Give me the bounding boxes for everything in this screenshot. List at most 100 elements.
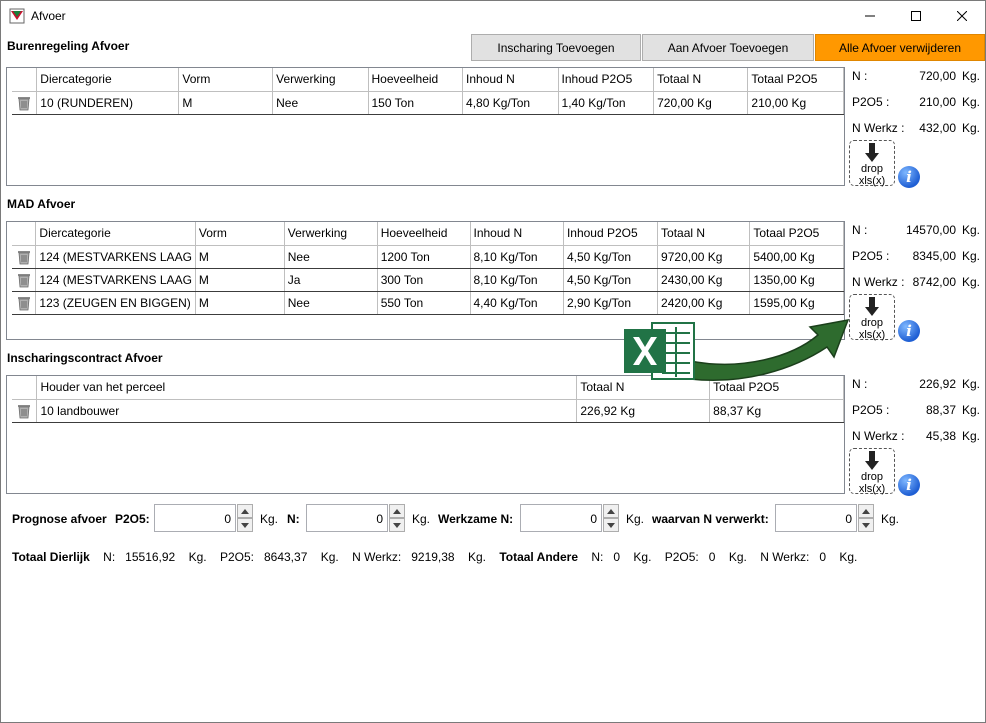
prognose-p2o5-stepper[interactable] xyxy=(237,504,253,532)
column-header[interactable]: Totaal N xyxy=(657,222,751,246)
delete-row-button[interactable] xyxy=(12,245,37,269)
chevron-down-icon xyxy=(862,522,870,528)
prognose-p2o5-input[interactable]: 0 xyxy=(154,504,236,532)
cell[interactable]: 10 landbouwer xyxy=(36,399,578,423)
prognose-verwerkt-stepper[interactable] xyxy=(858,504,874,532)
column-header[interactable]: Inhoud P2O5 xyxy=(563,222,659,246)
stepper-up-button[interactable] xyxy=(603,504,619,518)
input-value: 0 xyxy=(376,512,383,526)
chevron-up-icon xyxy=(393,508,401,514)
stepper-down-button[interactable] xyxy=(603,518,619,532)
cell[interactable]: 720,00 Kg xyxy=(653,91,749,115)
cell[interactable]: 226,92 Kg xyxy=(576,399,711,423)
cell[interactable]: M xyxy=(195,291,285,315)
cell[interactable]: 1595,00 Kg xyxy=(749,291,844,315)
cell[interactable]: 88,37 Kg xyxy=(709,399,844,423)
column-header[interactable]: Inhoud N xyxy=(470,222,564,246)
stepper-up-button[interactable] xyxy=(237,504,253,518)
stepper-down-button[interactable] xyxy=(237,518,253,532)
prognose-verwerkt-input[interactable]: 0 xyxy=(775,504,857,532)
cell[interactable]: 2,90 Kg/Ton xyxy=(563,291,659,315)
inscharing-toevoegen-button[interactable]: Inscharing Toevoegen xyxy=(471,34,641,61)
arrow-icon xyxy=(689,319,850,382)
cell[interactable]: Ja xyxy=(284,268,378,292)
stepper-up-button[interactable] xyxy=(858,504,874,518)
cell[interactable]: M xyxy=(195,268,285,292)
summary-unit: Kg. xyxy=(961,95,980,109)
prognose-werkzame-input[interactable]: 0 xyxy=(520,504,602,532)
cell[interactable]: 550 Ton xyxy=(377,291,471,315)
delete-row-button[interactable] xyxy=(12,291,37,315)
cell[interactable]: 124 (MESTVARKENS LAAG xyxy=(35,245,196,269)
column-header[interactable]: Totaal P2O5 xyxy=(747,68,844,92)
maximize-button[interactable] xyxy=(893,1,939,31)
totaal-unit: Kg. xyxy=(320,550,339,564)
close-button[interactable] xyxy=(939,1,985,31)
cell[interactable]: 8,10 Kg/Ton xyxy=(470,245,564,269)
info-icon[interactable]: i xyxy=(898,474,920,496)
delete-row-button[interactable] xyxy=(12,399,38,423)
alle-afvoer-verwijderen-button[interactable]: Alle Afvoer verwijderen xyxy=(815,34,985,61)
summary-value: 45,38 xyxy=(925,429,956,443)
table-row[interactable]: 10 (RUNDEREN) M Nee 150 Ton 4,80 Kg/Ton … xyxy=(12,91,844,115)
delete-row-button[interactable] xyxy=(12,91,38,115)
column-header[interactable]: Vorm xyxy=(178,68,274,92)
cell[interactable]: 210,00 Kg xyxy=(747,91,844,115)
column-header[interactable]: Verwerking xyxy=(272,68,369,92)
cell[interactable]: 123 (ZEUGEN EN BIGGEN) xyxy=(35,291,196,315)
table-row[interactable]: 123 (ZEUGEN EN BIGGEN) M Nee 550 Ton 4,4… xyxy=(12,291,844,315)
column-header[interactable]: Vorm xyxy=(195,222,285,246)
cell[interactable]: 5400,00 Kg xyxy=(749,245,844,269)
cell[interactable]: M xyxy=(178,91,274,115)
aan-afvoer-toevoegen-button[interactable]: Aan Afvoer Toevoegen xyxy=(642,34,814,61)
cell[interactable]: 1,40 Kg/Ton xyxy=(558,91,655,115)
cell[interactable]: 2420,00 Kg xyxy=(657,291,751,315)
cell[interactable]: 4,50 Kg/Ton xyxy=(563,245,659,269)
cell[interactable]: 150 Ton xyxy=(368,91,464,115)
cell[interactable]: 9720,00 Kg xyxy=(657,245,751,269)
column-header[interactable]: Houder van het perceel xyxy=(36,376,578,400)
column-header[interactable]: Diercategorie xyxy=(36,68,180,92)
column-header[interactable]: Hoeveelheid xyxy=(377,222,471,246)
table-header-row: Diercategorie Vorm Verwerking Hoeveelhei… xyxy=(12,68,844,92)
cell[interactable]: 1200 Ton xyxy=(377,245,471,269)
cell[interactable]: M xyxy=(195,245,285,269)
cell[interactable]: Nee xyxy=(272,91,369,115)
column-header[interactable]: Hoeveelheid xyxy=(368,68,464,92)
cell[interactable]: Nee xyxy=(284,245,378,269)
drop-xls-button-burenregeling[interactable]: drop xls(x) xyxy=(849,140,895,187)
table-row[interactable]: 124 (MESTVARKENS LAAG M Ja 300 Ton 8,10 … xyxy=(12,268,844,292)
trash-icon xyxy=(17,250,30,264)
prognose-werkzame-stepper[interactable] xyxy=(603,504,619,532)
minimize-button[interactable] xyxy=(847,1,893,31)
cell[interactable]: 124 (MESTVARKENS LAAG xyxy=(35,268,196,292)
totals-row: Totaal Dierlijk N: 15516,92 Kg. P2O5: 86… xyxy=(12,550,857,564)
cell[interactable]: 1350,00 Kg xyxy=(749,268,844,292)
column-header[interactable]: Diercategorie xyxy=(35,222,196,246)
cell[interactable]: 300 Ton xyxy=(377,268,471,292)
table-row[interactable]: 10 landbouwer 226,92 Kg 88,37 Kg xyxy=(12,399,844,423)
cell[interactable]: 2430,00 Kg xyxy=(657,268,751,292)
column-header[interactable]: Totaal N xyxy=(653,68,749,92)
cell[interactable]: 8,10 Kg/Ton xyxy=(470,268,564,292)
column-header[interactable]: Inhoud N xyxy=(462,68,559,92)
summary-unit: Kg. xyxy=(961,275,980,289)
stepper-down-button[interactable] xyxy=(858,518,874,532)
cell[interactable]: 4,40 Kg/Ton xyxy=(470,291,564,315)
cell[interactable]: 4,80 Kg/Ton xyxy=(462,91,559,115)
delete-row-button[interactable] xyxy=(12,268,37,292)
info-icon[interactable]: i xyxy=(898,166,920,188)
column-header[interactable]: Inhoud P2O5 xyxy=(558,68,655,92)
cell[interactable]: 10 (RUNDEREN) xyxy=(36,91,180,115)
prognose-n-input[interactable]: 0 xyxy=(306,504,388,532)
input-value: 0 xyxy=(590,512,597,526)
column-header[interactable]: Verwerking xyxy=(284,222,378,246)
cell[interactable]: Nee xyxy=(284,291,378,315)
prognose-n-stepper[interactable] xyxy=(389,504,405,532)
column-header[interactable]: Totaal P2O5 xyxy=(749,222,844,246)
cell[interactable]: 4,50 Kg/Ton xyxy=(563,268,659,292)
stepper-down-button[interactable] xyxy=(389,518,405,532)
drop-xls-button-inscharing[interactable]: drop xls(x) xyxy=(849,448,895,495)
table-row[interactable]: 124 (MESTVARKENS LAAG M Nee 1200 Ton 8,1… xyxy=(12,245,844,269)
stepper-up-button[interactable] xyxy=(389,504,405,518)
